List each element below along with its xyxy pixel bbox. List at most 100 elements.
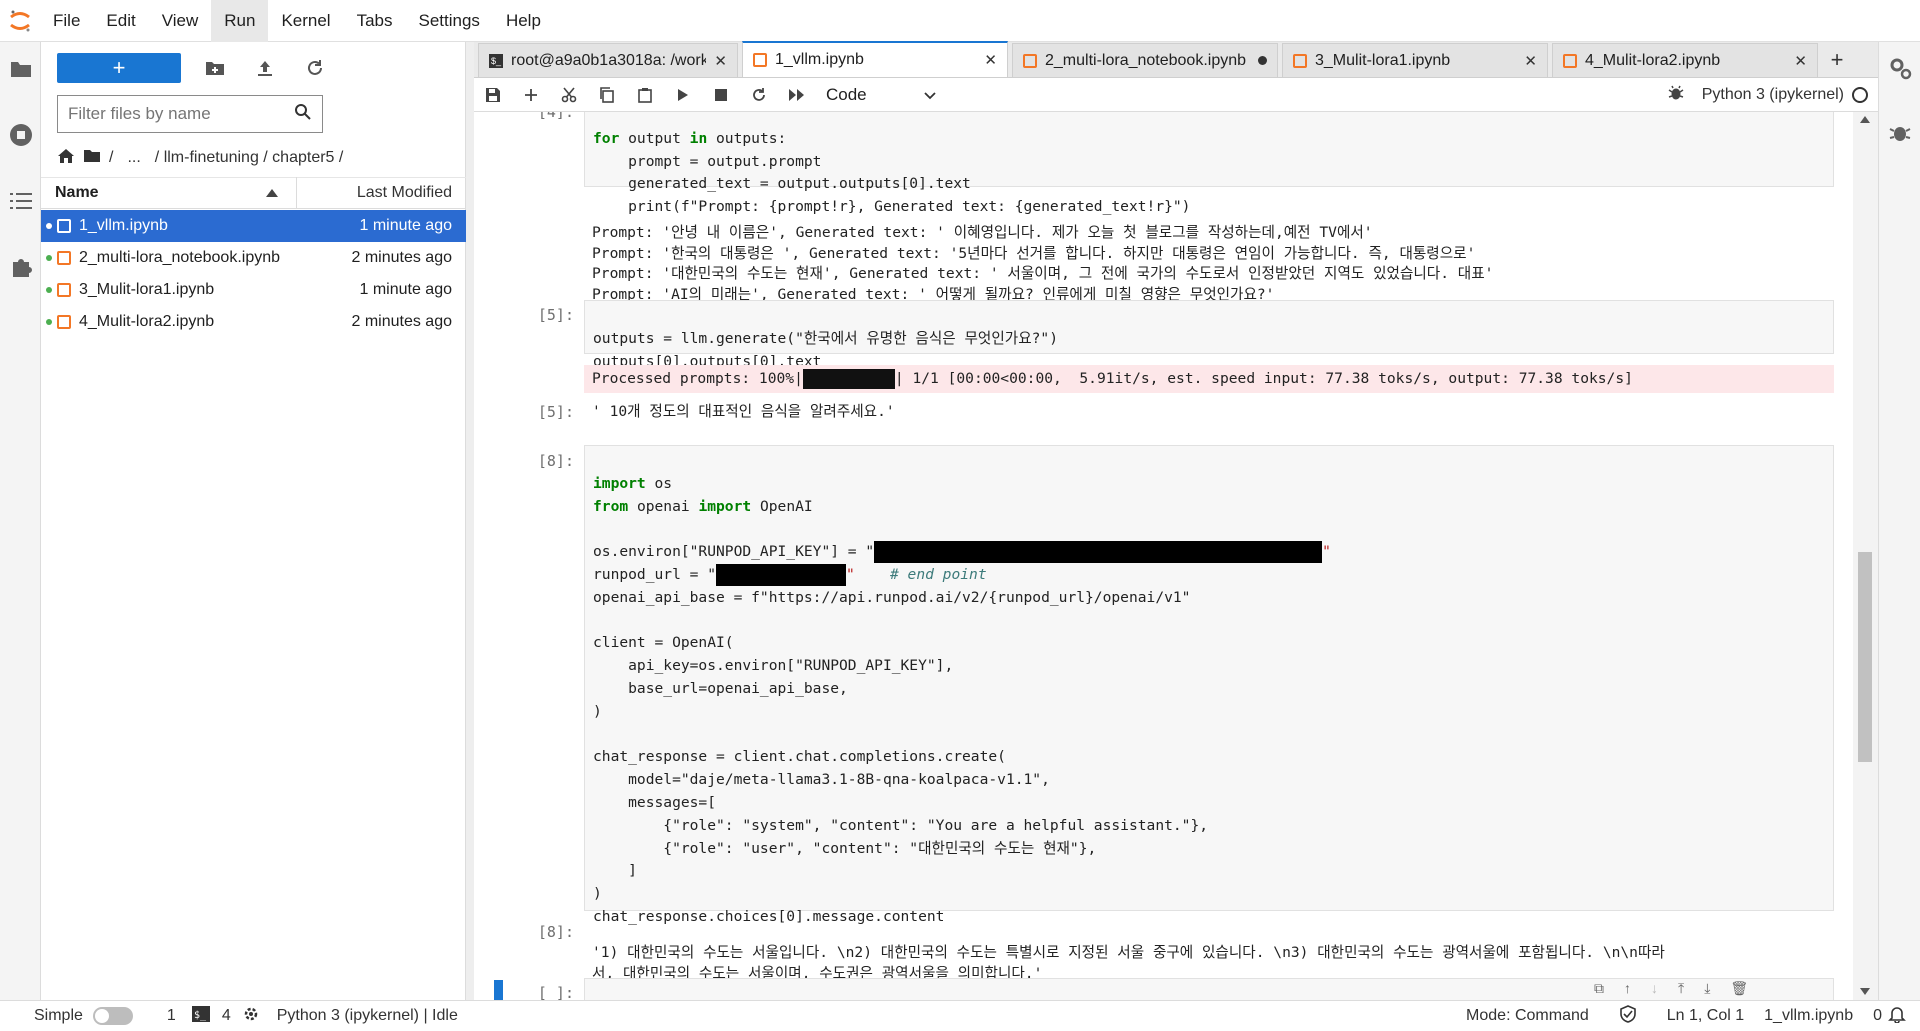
code-line: model="daje/meta-llama3.1-8B-qna-koalpac… <box>593 771 1050 789</box>
notebook-icon <box>57 219 71 233</box>
code-text: os.environ["RUNPOD_API_KEY"] = " <box>593 543 875 561</box>
menu-kernel[interactable]: Kernel <box>268 0 343 42</box>
code-cell[interactable]: import os from openai import OpenAI os.en… <box>584 445 1834 925</box>
upload-icon[interactable] <box>249 53 281 83</box>
file-browser-toolbar: + <box>57 50 331 86</box>
breadcrumb-path[interactable]: / llm-finetuning / chapter5 / <box>155 149 344 167</box>
folder-icon[interactable] <box>8 56 34 82</box>
file-row-4-mulit-lora2[interactable]: 4_Mulit-lora2.ipynb 2 minutes ago <box>41 306 466 338</box>
bell-icon[interactable] <box>1888 1005 1906 1028</box>
new-folder-icon[interactable] <box>199 53 231 83</box>
tab-terminal[interactable]: $_ root@a9a0b1a3018a: /work ✕ <box>478 43 738 77</box>
debugger-bug-icon[interactable] <box>1668 85 1684 106</box>
cell-result: ' 10개 정도의 대표적인 음식을 알려주세요.' <box>592 403 895 420</box>
insert-cell-icon[interactable] <box>512 80 550 110</box>
code-line: base_url=openai_api_base, <box>593 679 848 697</box>
notebook-content: [4]: for output in outputs: prompt = out… <box>474 112 1878 1000</box>
breadcrumb-ellipsis[interactable]: ... <box>127 149 140 167</box>
debugger-bug-icon[interactable] <box>1889 122 1911 149</box>
delete-cell-icon[interactable]: 🗑 <box>1730 980 1748 997</box>
refresh-icon[interactable] <box>299 53 331 83</box>
tab-label: 2_multi-lora_notebook.ipynb <box>1045 51 1247 69</box>
file-browser-panel: + / ... / llm-finetuning / chapter5 / Na… <box>41 42 466 1000</box>
column-modified-header[interactable]: Last Modified <box>297 184 466 202</box>
running-sessions-icon[interactable] <box>8 122 34 148</box>
property-inspector-gear-icon[interactable] <box>1888 56 1912 85</box>
file-row-1-vllm[interactable]: 1_vllm.ipynb 1 minute ago <box>41 210 466 242</box>
tab-3-mulit-lora1[interactable]: 3_Mulit-lora1.ipynb ✕ <box>1282 43 1548 77</box>
restart-run-all-icon[interactable] <box>778 80 816 110</box>
close-icon[interactable]: ✕ <box>984 51 997 69</box>
menu-settings[interactable]: Settings <box>406 0 493 42</box>
cursor-position[interactable]: Ln 1, Col 1 <box>1667 1007 1744 1025</box>
cell-input-prompt: [4]: <box>537 112 574 121</box>
menu-view[interactable]: View <box>149 0 212 42</box>
table-of-contents-icon[interactable] <box>8 188 34 214</box>
tab-4-mulit-lora2[interactable]: 4_Mulit-lora2.ipynb ✕ <box>1552 43 1818 77</box>
notebook-icon <box>1293 53 1307 68</box>
scroll-down-arrow-icon[interactable] <box>1860 988 1870 995</box>
scroll-up-arrow-icon[interactable] <box>1860 116 1870 123</box>
code-line: os.environ["RUNPOD_API_KEY"] = " " <box>593 541 1825 564</box>
breadcrumb-root[interactable]: / <box>109 149 113 167</box>
code-text: " <box>846 565 855 583</box>
terminal-count[interactable]: 4 <box>222 1007 231 1025</box>
stop-icon[interactable] <box>702 80 740 110</box>
output-line: Prompt: '안녕 내 이름은', Generated text: ' 이혜… <box>592 223 1373 241</box>
notebook-scrollbar[interactable] <box>1853 112 1878 1000</box>
cell-type-value: Code <box>826 84 867 104</box>
move-up-icon[interactable]: ↑ <box>1624 980 1631 997</box>
file-row-3-mulit-lora1[interactable]: 3_Mulit-lora1.ipynb 1 minute ago <box>41 274 466 306</box>
running-indicator-icon <box>46 255 52 261</box>
insert-above-icon[interactable]: ⤒ <box>1678 980 1684 997</box>
close-icon[interactable]: ✕ <box>1794 52 1807 70</box>
paste-icon[interactable] <box>626 80 664 110</box>
svg-text:$_: $_ <box>194 1010 207 1021</box>
close-icon[interactable]: ✕ <box>1524 52 1537 70</box>
column-name-header[interactable]: Name <box>41 177 297 209</box>
notebook-icon <box>57 315 71 329</box>
tab-label: root@a9a0b1a3018a: /work <box>511 51 707 69</box>
code-cell[interactable]: for output in outputs: prompt = output.p… <box>584 112 1834 215</box>
extensions-icon[interactable] <box>8 254 34 280</box>
menu-edit[interactable]: Edit <box>93 0 148 42</box>
file-name: 4_Mulit-lora2.ipynb <box>79 313 215 330</box>
tab-1-vllm[interactable]: 1_vllm.ipynb ✕ <box>742 41 1008 77</box>
home-icon[interactable] <box>57 148 75 169</box>
menu-run[interactable]: Run <box>211 0 269 42</box>
new-tab-plus-icon[interactable]: + <box>1820 43 1854 77</box>
tab-2-multi-lora[interactable]: 2_multi-lora_notebook.ipynb <box>1012 43 1278 77</box>
filter-files-input[interactable] <box>68 104 294 124</box>
close-icon[interactable]: ✕ <box>714 52 727 70</box>
notification-count[interactable]: 0 <box>1873 1007 1882 1025</box>
output-line: Prompt: '대한민국의 수도는 현재', Generated text: … <box>592 265 1494 283</box>
simple-mode-toggle[interactable] <box>92 1007 133 1025</box>
new-launcher-button[interactable]: + <box>57 53 181 83</box>
mode-indicator: Mode: Command <box>1466 1007 1589 1024</box>
cut-icon[interactable] <box>550 80 588 110</box>
trusted-shield-icon[interactable] <box>1619 1004 1637 1028</box>
insert-below-icon[interactable]: ⤓ <box>1704 980 1710 997</box>
copy-icon[interactable] <box>588 80 626 110</box>
file-row-2-multi-lora[interactable]: 2_multi-lora_notebook.ipynb 2 minutes ag… <box>41 242 466 274</box>
save-icon[interactable] <box>474 80 512 110</box>
kernel-status-text[interactable]: Python 3 (ipykernel) | Idle <box>277 1007 458 1025</box>
kernel-count[interactable]: 1 <box>167 1007 176 1025</box>
run-icon[interactable] <box>664 80 702 110</box>
folder-crumb-icon[interactable] <box>83 148 101 169</box>
menu-help[interactable]: Help <box>493 0 554 42</box>
redacted-api-key <box>874 541 1323 564</box>
cell-input-prompt: [8]: <box>537 452 574 470</box>
unsaved-changes-icon[interactable] <box>1258 56 1267 65</box>
restart-kernel-icon[interactable] <box>740 80 778 110</box>
code-cell[interactable]: outputs = llm.generate("한국에서 유명한 음식은 무엇인… <box>584 300 1834 370</box>
move-down-icon[interactable]: ↓ <box>1651 980 1658 997</box>
menu-tabs[interactable]: Tabs <box>344 0 406 42</box>
running-indicator-icon <box>46 319 52 325</box>
panel-splitter[interactable] <box>466 42 474 1000</box>
kernel-name[interactable]: Python 3 (ipykernel) <box>1702 86 1844 104</box>
duplicate-cell-icon[interactable]: ⧉ <box>1594 980 1604 997</box>
cell-type-select[interactable]: Code <box>826 81 936 109</box>
menu-file[interactable]: File <box>40 0 93 42</box>
scrollbar-thumb[interactable] <box>1858 552 1872 762</box>
